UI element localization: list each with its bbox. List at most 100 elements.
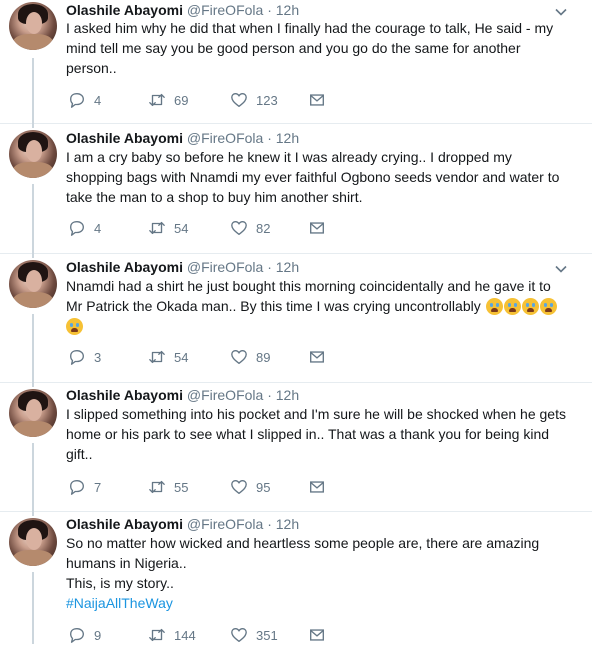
chevron-down-icon[interactable] (554, 262, 568, 276)
avatar[interactable] (9, 130, 57, 178)
author-handle[interactable]: @FireOFola (187, 259, 263, 275)
direct-message-button[interactable] (308, 90, 326, 110)
tweet[interactable]: Olashile Abayomi @FireOFola · 12h I am a… (0, 124, 592, 254)
tweet-text-line: take the man to a shop to buy him anothe… (66, 189, 363, 205)
reply-button[interactable]: 4 (68, 90, 101, 110)
retweet-icon (149, 480, 165, 494)
thread-line (32, 572, 34, 644)
reply-button[interactable]: 7 (68, 477, 101, 497)
author-handle[interactable]: @FireOFola (187, 130, 263, 146)
tweet[interactable]: Olashile Abayomi @FireOFola · 12h So no … (0, 512, 592, 644)
reply-count: 7 (94, 479, 102, 495)
retweet-icon (149, 221, 165, 235)
tweet-text: I asked him why he did that when I final… (66, 18, 572, 78)
timestamp[interactable]: 12h (276, 516, 299, 532)
like-count: 82 (256, 220, 271, 236)
retweet-button[interactable]: 55 (148, 477, 188, 497)
tweet-thread: Olashile Abayomi @FireOFola · 12h I aske… (0, 0, 592, 644)
timestamp[interactable]: 12h (276, 2, 299, 18)
author-name[interactable]: Olashile Abayomi (66, 259, 183, 275)
tweet-text-line: humans in Nigeria.. (66, 555, 187, 571)
reply-count: 3 (94, 349, 102, 365)
reply-icon (70, 480, 84, 495)
direct-message-button[interactable] (308, 625, 326, 645)
tweet-text-line: I slipped something into his pocket and … (66, 406, 566, 422)
tweet[interactable]: Olashile Abayomi @FireOFola · 12h I slip… (0, 383, 592, 512)
direct-message-button[interactable] (308, 218, 326, 238)
like-button[interactable]: 95 (230, 477, 270, 497)
tweet-text-line: gift.. (66, 446, 93, 462)
timestamp[interactable]: 12h (276, 130, 299, 146)
like-button[interactable]: 82 (230, 218, 270, 238)
author-name[interactable]: Olashile Abayomi (66, 516, 183, 532)
loudly-crying-face-emoji (485, 298, 503, 316)
retweet-button[interactable]: 144 (148, 625, 196, 645)
heart-icon (231, 480, 247, 494)
timestamp[interactable]: 12h (276, 259, 299, 275)
reply-button[interactable]: 9 (68, 625, 101, 645)
author-handle[interactable]: @FireOFola (187, 387, 263, 403)
direct-message-button[interactable] (308, 477, 326, 497)
tweet-text-line: home or his park to see what I slipped i… (66, 426, 550, 442)
tweet[interactable]: Olashile Abayomi @FireOFola · 12h I aske… (0, 0, 592, 124)
avatar[interactable] (9, 518, 57, 566)
heart-icon (231, 628, 247, 642)
author-name[interactable]: Olashile Abayomi (66, 2, 183, 18)
avatar[interactable] (9, 260, 57, 308)
tweet-text: Nnamdi had a shirt he just bought this m… (66, 276, 572, 337)
like-button[interactable]: 123 (230, 90, 278, 110)
tweet-text-line: shopping bags with Nnamdi my ever faithf… (66, 169, 560, 185)
direct-message-button[interactable] (308, 347, 326, 367)
reply-button[interactable]: 3 (68, 347, 101, 367)
tweet-header: Olashile Abayomi @FireOFola · 12h (66, 258, 299, 276)
author-handle[interactable]: @FireOFola (187, 516, 263, 532)
tweet-text-line: I am a cry baby so before he knew it I w… (66, 149, 512, 165)
heart-icon (231, 221, 247, 235)
retweet-count: 54 (174, 220, 189, 236)
reply-icon (70, 350, 84, 365)
timestamp[interactable]: 12h (276, 387, 299, 403)
separator-dot: · (267, 516, 272, 532)
tweet-text-line: Nnamdi had a shirt he just bought this m… (66, 278, 551, 294)
thread-line (32, 314, 34, 383)
reply-count: 4 (94, 92, 102, 108)
reply-icon (70, 93, 84, 108)
retweet-count: 54 (174, 349, 189, 365)
separator-dot: · (267, 387, 272, 403)
tweet-text: So no matter how wicked and heartless so… (66, 533, 572, 613)
retweet-button[interactable]: 69 (148, 90, 188, 110)
reply-button[interactable]: 4 (68, 218, 101, 238)
heart-icon (231, 93, 247, 107)
tweet[interactable]: Olashile Abayomi @FireOFola · 12h Nnamdi… (0, 254, 592, 383)
retweet-button[interactable]: 54 (148, 218, 188, 238)
loudly-crying-face-emoji (503, 298, 521, 316)
reply-icon (70, 221, 84, 236)
tweet-header: Olashile Abayomi @FireOFola · 12h (66, 129, 299, 147)
like-button[interactable]: 89 (230, 347, 270, 367)
separator-dot: · (267, 259, 272, 275)
chevron-down-icon[interactable] (554, 5, 568, 19)
tweet-header: Olashile Abayomi @FireOFola · 12h (66, 515, 299, 533)
thread-line (32, 254, 34, 258)
retweet-button[interactable]: 54 (148, 347, 188, 367)
retweet-icon (149, 628, 165, 642)
thread-line (32, 383, 34, 387)
reply-icon (70, 628, 84, 643)
author-name[interactable]: Olashile Abayomi (66, 130, 183, 146)
reply-count: 9 (94, 627, 102, 643)
like-button[interactable]: 351 (230, 625, 278, 645)
avatar[interactable] (9, 2, 57, 50)
avatar[interactable] (9, 389, 57, 437)
thread-line (32, 124, 34, 128)
tweet-text-line: I asked him why he did that when I final… (66, 20, 554, 36)
author-handle[interactable]: @FireOFola (187, 2, 263, 18)
reply-count: 4 (94, 220, 102, 236)
like-count: 123 (256, 92, 278, 108)
loudly-crying-face-emoji (521, 298, 539, 316)
author-name[interactable]: Olashile Abayomi (66, 387, 183, 403)
thread-line (32, 58, 34, 124)
retweet-count: 55 (174, 479, 189, 495)
hashtag-link[interactable]: #NaijaAllTheWay (66, 593, 572, 613)
thread-line (32, 512, 34, 516)
tweet-text-line: person.. (66, 60, 117, 76)
